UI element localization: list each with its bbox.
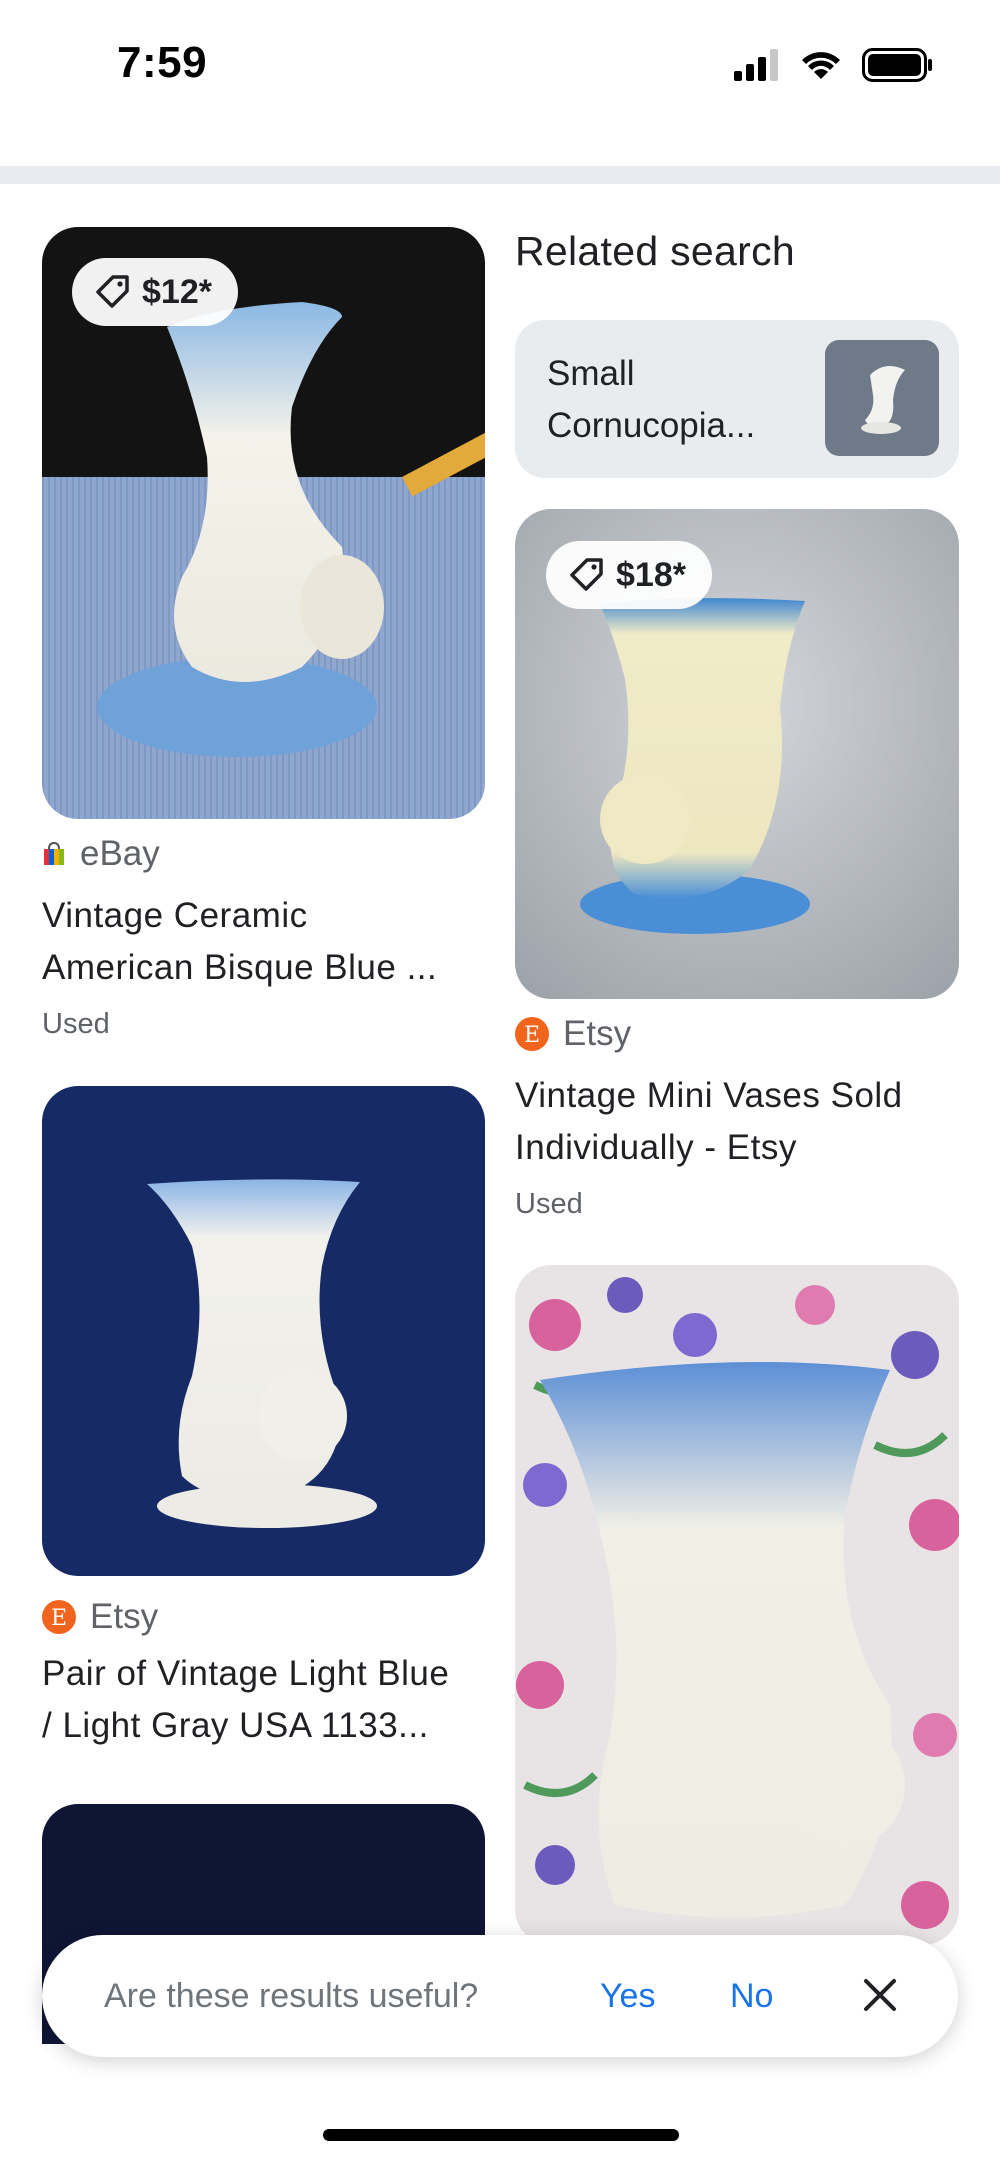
svg-text:E: E xyxy=(51,1606,67,1631)
top-divider xyxy=(0,166,1000,184)
related-search-thumbnail xyxy=(825,340,939,456)
result-title-3-line1: Pair of Vintage Light Blue xyxy=(42,1654,450,1693)
home-indicator[interactable] xyxy=(323,2129,679,2141)
result-title-2-line2: Individually - Etsy xyxy=(515,1128,797,1167)
result-image-5[interactable] xyxy=(515,1265,959,1945)
result-source-1[interactable]: eBay xyxy=(42,834,160,874)
result-source-2[interactable]: E Etsy xyxy=(515,1014,631,1054)
tag-icon xyxy=(96,275,129,308)
result-title-2[interactable]: Vintage Mini Vases Sold Individually - E… xyxy=(515,1070,903,1174)
signal-icon xyxy=(734,49,778,81)
tag-icon xyxy=(570,558,603,591)
source-label-2: Etsy xyxy=(563,1014,632,1053)
feedback-bar: Are these results useful? Yes No xyxy=(42,1935,958,2057)
price-label-1: $12* xyxy=(142,272,212,311)
result-title-1-line1: Vintage Ceramic xyxy=(42,896,308,935)
status-icons xyxy=(734,48,934,82)
result-image-3[interactable] xyxy=(42,1086,485,1576)
svg-text:E: E xyxy=(524,1023,540,1048)
result-title-1-line2: American Bisque Blue ... xyxy=(42,948,438,987)
related-query-line1: Small xyxy=(547,354,635,393)
close-icon[interactable] xyxy=(856,1971,904,2019)
etsy-logo-icon: E xyxy=(42,1600,76,1634)
wifi-icon xyxy=(802,52,840,79)
source-label-3: Etsy xyxy=(90,1597,159,1636)
result-title-3-line2: / Light Gray USA 1133... xyxy=(42,1706,429,1745)
feedback-no-button[interactable]: No xyxy=(730,1977,773,2016)
ebay-bag-icon xyxy=(44,841,64,865)
related-search-card[interactable]: Small Cornucopia... xyxy=(515,320,959,478)
status-time: 7:59 xyxy=(117,38,208,87)
price-label-2: $18* xyxy=(616,555,686,594)
result-condition-1: Used xyxy=(42,1008,110,1040)
feedback-question: Are these results useful? xyxy=(104,1976,479,2015)
result-title-3[interactable]: Pair of Vintage Light Blue / Light Gray … xyxy=(42,1648,449,1752)
related-search-text: Small Cornucopia... xyxy=(547,348,755,452)
result-condition-2: Used xyxy=(515,1188,583,1220)
related-query-line2: Cornucopia... xyxy=(547,406,756,445)
result-source-3[interactable]: E Etsy xyxy=(42,1597,158,1637)
price-chip-2: $18* xyxy=(546,541,712,609)
result-title-1[interactable]: Vintage Ceramic American Bisque Blue ... xyxy=(42,890,437,994)
related-search-heading: Related search xyxy=(515,228,795,274)
price-chip-1: $12* xyxy=(72,258,238,326)
result-title-2-line1: Vintage Mini Vases Sold xyxy=(515,1076,903,1115)
battery-icon xyxy=(862,48,932,82)
source-label-1: eBay xyxy=(80,834,160,873)
etsy-logo-icon: E xyxy=(515,1017,549,1051)
feedback-yes-button[interactable]: Yes xyxy=(600,1977,655,2016)
